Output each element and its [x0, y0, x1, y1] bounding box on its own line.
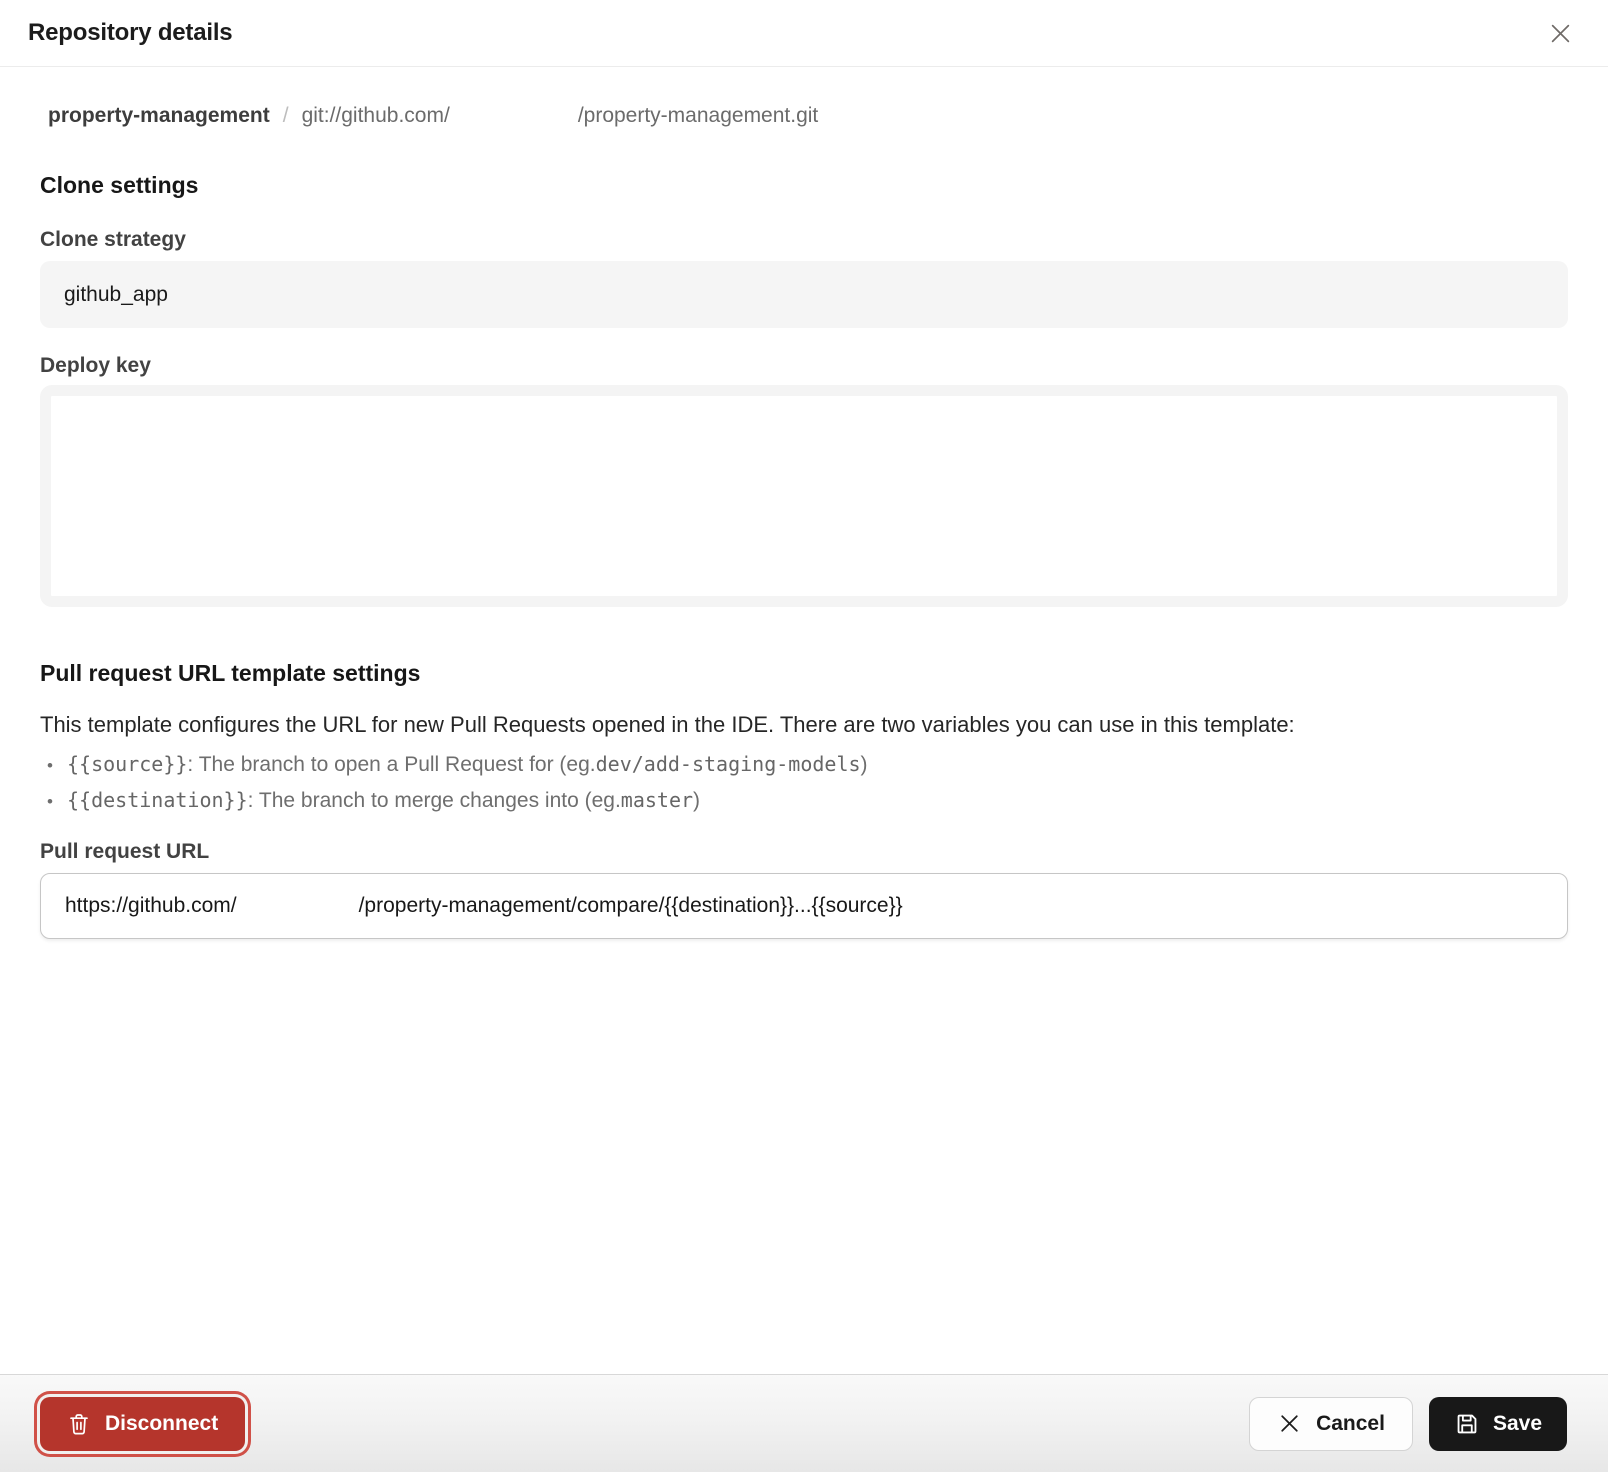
- breadcrumb: property-management / git://github.com/ …: [40, 104, 1568, 128]
- clone-strategy-label: Clone strategy: [40, 228, 1568, 252]
- bullet-dot: •: [40, 756, 67, 776]
- deploy-key-textarea[interactable]: [40, 385, 1568, 607]
- variable-desc-source: : The branch to open a Pull Request for …: [187, 753, 595, 777]
- pull-request-url-prefix: https://github.com/: [65, 894, 237, 918]
- variable-example-destination: master: [621, 788, 693, 812]
- breadcrumb-repo-name: property-management: [48, 104, 270, 128]
- cancel-label: Cancel: [1316, 1412, 1385, 1436]
- variable-code-source: {{source}}: [67, 752, 187, 776]
- pull-request-url-input[interactable]: https://github.com/ /property-management…: [40, 873, 1568, 939]
- pull-request-url-label: Pull request URL: [40, 840, 1568, 864]
- pr-variable-list: • {{source}} : The branch to open a Pull…: [40, 752, 1568, 813]
- variable-close-source: ): [861, 753, 868, 777]
- modal-title: Repository details: [28, 19, 232, 47]
- breadcrumb-separator: /: [283, 104, 289, 128]
- cancel-x-icon: [1277, 1411, 1302, 1436]
- close-button[interactable]: [1543, 16, 1578, 51]
- pr-variable-item-destination: • {{destination}} : The branch to merge …: [40, 788, 1568, 813]
- disconnect-label: Disconnect: [105, 1412, 218, 1436]
- trash-icon: [67, 1411, 91, 1437]
- save-icon: [1454, 1411, 1480, 1437]
- modal-header: Repository details: [0, 0, 1608, 67]
- save-button[interactable]: Save: [1429, 1397, 1567, 1451]
- breadcrumb-url-suffix: /property-management.git: [578, 104, 818, 128]
- modal-footer: Disconnect Cancel S: [0, 1374, 1608, 1472]
- variable-example-source: dev/add-staging-models: [596, 752, 861, 776]
- repository-details-modal: Repository details property-management /…: [0, 0, 1608, 939]
- pull-request-url-suffix: /property-management/compare/{{destinati…: [359, 894, 903, 918]
- variable-close-destination: ): [693, 789, 700, 813]
- footer-actions: Cancel Save: [1249, 1397, 1567, 1451]
- close-icon: [1547, 20, 1574, 47]
- clone-strategy-input[interactable]: github_app: [40, 261, 1568, 328]
- save-label: Save: [1493, 1412, 1542, 1436]
- pr-template-description: This template configures the URL for new…: [40, 712, 1568, 738]
- modal-body: property-management / git://github.com/ …: [0, 104, 1608, 939]
- pr-template-heading: Pull request URL template settings: [40, 660, 1568, 687]
- deploy-key-label: Deploy key: [40, 354, 1568, 378]
- breadcrumb-url-prefix: git://github.com/: [302, 104, 450, 128]
- variable-desc-destination: : The branch to merge changes into (eg.: [248, 789, 621, 813]
- disconnect-button[interactable]: Disconnect: [40, 1397, 245, 1451]
- clone-settings-heading: Clone settings: [40, 172, 1568, 199]
- pr-variable-item-source: • {{source}} : The branch to open a Pull…: [40, 752, 1568, 777]
- bullet-dot: •: [40, 792, 67, 812]
- cancel-button[interactable]: Cancel: [1249, 1397, 1413, 1451]
- clone-strategy-value: github_app: [64, 283, 168, 307]
- variable-code-destination: {{destination}}: [67, 788, 248, 812]
